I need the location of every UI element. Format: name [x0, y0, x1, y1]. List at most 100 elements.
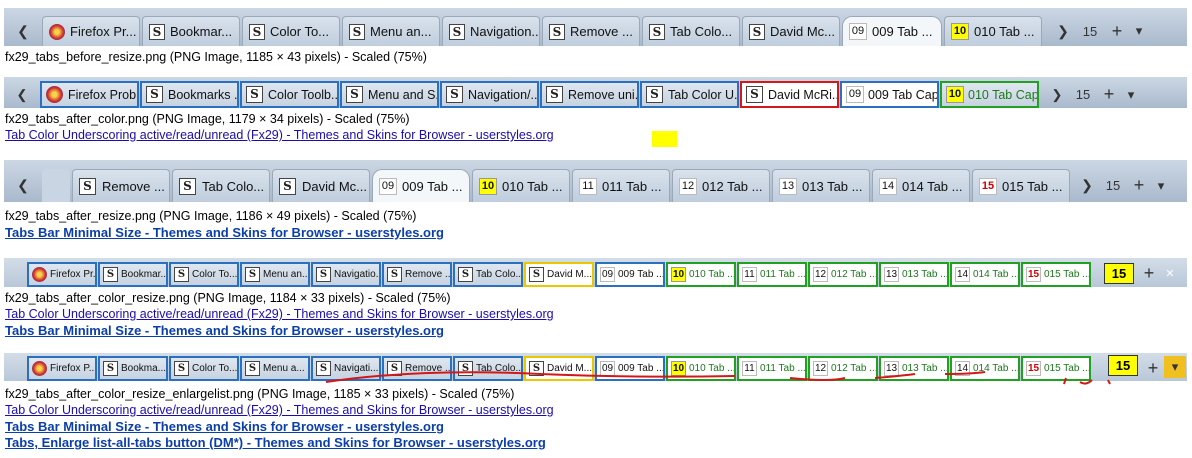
tab[interactable]: 13 013 Tab ...	[879, 356, 949, 381]
tab[interactable]: S Menu an...	[240, 262, 310, 287]
image-caption: fx29_tabs_after_color_resize.png (PNG Im…	[5, 291, 451, 305]
tab[interactable]: S David Mc...	[272, 169, 370, 202]
tab[interactable]: S Tab Colo...	[172, 169, 270, 202]
tab[interactable]: S Tab Color U...	[640, 81, 739, 108]
tab[interactable]: Firefox Pr...	[27, 262, 97, 287]
tab[interactable]: 15 015 Tab ...	[972, 169, 1070, 202]
tab[interactable]: S Color To...	[242, 16, 340, 46]
tab[interactable]: Firefox Prob...	[40, 81, 139, 108]
userstyle-link[interactable]: Tab Color Underscoring active/read/unrea…	[5, 128, 554, 142]
tab-number-badge: 13	[779, 177, 797, 195]
tab[interactable]: 10 010 Tab ...	[666, 356, 736, 381]
scroll-right-button[interactable]: ❯	[1076, 169, 1098, 202]
tab[interactable]: Firefox P...	[27, 356, 97, 381]
tab[interactable]: S David M...	[524, 356, 594, 381]
tab[interactable]: S Color Toolb...	[240, 81, 339, 108]
tab[interactable]: 14 014 Tab ...	[872, 169, 970, 202]
tab[interactable]: S Remove ...	[382, 356, 452, 381]
close-button[interactable]: ✕	[1160, 260, 1180, 287]
tab-label: Remove ...	[405, 269, 450, 280]
userstyles-s-icon: S	[245, 267, 260, 282]
list-all-tabs-button[interactable]: ▾	[1128, 16, 1150, 46]
tab[interactable]: S Bookmarks ...	[140, 81, 239, 108]
tab[interactable]: 10 010 Tab ...	[666, 262, 736, 287]
tab[interactable]: 12 012 Tab ...	[808, 262, 878, 287]
tab[interactable]: 10 010 Tab ...	[944, 16, 1042, 46]
new-tab-button[interactable]: +	[1128, 169, 1150, 202]
tab[interactable]: 09 009 Tab ...	[595, 356, 665, 381]
tab[interactable]: 12 012 Tab ...	[808, 356, 878, 381]
new-tab-button[interactable]: +	[1138, 260, 1160, 287]
tab[interactable]: S Color To...	[169, 262, 239, 287]
scroll-right-button[interactable]: ❯	[1046, 81, 1068, 108]
userstyles-s-icon: S	[346, 86, 363, 103]
userstyle-link[interactable]: Tabs, Enlarge list-all-tabs button (DM*)…	[5, 435, 546, 450]
scroll-right-button[interactable]: ❯	[1052, 16, 1074, 46]
userstyle-link[interactable]: Tabs Bar Minimal Size - Themes and Skins…	[5, 419, 444, 434]
tab[interactable]: S Color To...	[169, 356, 239, 381]
tab[interactable]: 15 015 Tab ...	[1021, 262, 1091, 287]
tab-count[interactable]: 15	[1068, 81, 1098, 108]
tab[interactable]: 14 014 Tab ...	[950, 356, 1020, 381]
tab[interactable]: 11 011 Tab ...	[737, 356, 807, 381]
tab[interactable]: S Tab Colo...	[642, 16, 740, 46]
userstyle-link[interactable]: Tabs Bar Minimal Size - Themes and Skins…	[5, 323, 444, 338]
tab[interactable]: S Bookma...	[98, 356, 168, 381]
tab[interactable]: S Navigation...	[442, 16, 540, 46]
tab-label: David McRi...	[768, 87, 837, 102]
tab[interactable]: SNavigatio...	[311, 262, 381, 287]
tab[interactable]: S David Mc...	[742, 16, 840, 46]
tab[interactable]: 14 014 Tab ...	[950, 262, 1020, 287]
tab[interactable]: Firefox Pr...	[42, 16, 140, 46]
tab[interactable]: S Menu a...	[240, 356, 310, 381]
userstyles-s-icon: S	[387, 361, 402, 376]
userstyles-s-icon: S	[103, 267, 118, 282]
tab[interactable]: 13 013 Tab ...	[879, 262, 949, 287]
tab[interactable]: S Menu an...	[342, 16, 440, 46]
tab[interactable]: 11 011 Tab ...	[737, 262, 807, 287]
list-all-tabs-button[interactable]: ▾	[1150, 169, 1172, 202]
tab[interactable]: 13 013 Tab ...	[772, 169, 870, 202]
new-tab-button[interactable]: +	[1098, 81, 1120, 108]
list-all-tabs-button[interactable]: ▾	[1120, 81, 1142, 108]
tab-count-badge[interactable]: 15	[1104, 263, 1134, 284]
userstyle-link[interactable]: Tabs Bar Minimal Size - Themes and Skins…	[5, 225, 444, 240]
scroll-left-button[interactable]: ❮	[4, 81, 40, 108]
tab-label: 015 Tab ...	[1044, 269, 1089, 280]
tab[interactable]: S Remove ...	[542, 16, 640, 46]
tab[interactable]: S Tab Colo...	[453, 356, 523, 381]
tab[interactable]: S Remove uni...	[540, 81, 639, 108]
tab[interactable]: 15 015 Tab ...	[1021, 356, 1091, 381]
tab-label: Tab Colo...	[670, 24, 733, 39]
tab[interactable]: S Remove ...	[382, 262, 452, 287]
tab[interactable]: 09 009 Tab ...	[842, 16, 942, 46]
tab[interactable]: 11 011 Tab ...	[572, 169, 670, 202]
tab[interactable]: 09 009 Tab Cap...	[840, 81, 939, 108]
tab[interactable]: 09 009 Tab ...	[595, 262, 665, 287]
tab[interactable]: S Bookmar...	[142, 16, 240, 46]
tab[interactable]: 09 009 Tab ...	[372, 169, 470, 202]
tab[interactable]: S Bookmar...	[98, 262, 168, 287]
new-tab-button[interactable]: +	[1142, 355, 1164, 381]
new-tab-button[interactable]: +	[1106, 16, 1128, 46]
tab[interactable]: S Navigation/...	[440, 81, 539, 108]
tab[interactable]: 10 010 Tab Cap...	[940, 81, 1039, 108]
tab-count[interactable]: 15	[1098, 169, 1128, 202]
tab[interactable]: S Tab Colo...	[453, 262, 523, 287]
tab-count-badge[interactable]: 15	[1108, 355, 1138, 376]
tab[interactable]: S Navigati...	[311, 356, 381, 381]
tab[interactable]: 12 012 Tab ...	[672, 169, 770, 202]
tab[interactable]: S Menu and S...	[340, 81, 439, 108]
userstyle-link[interactable]: Tab Color Underscoring active/read/unrea…	[5, 403, 554, 417]
tab[interactable]: S David McRi...	[740, 81, 839, 108]
tab-number-badge: 10	[946, 86, 964, 103]
tab[interactable]: S David M...	[524, 262, 594, 287]
userstyle-link[interactable]: Tab Color Underscoring active/read/unrea…	[5, 307, 554, 321]
scroll-left-button[interactable]: ❮	[4, 169, 42, 202]
scroll-left-button[interactable]: ❮	[4, 16, 42, 46]
list-all-tabs-button[interactable]: ▾	[1164, 356, 1186, 378]
tab-count[interactable]: 15	[1074, 16, 1106, 46]
partial-tab[interactable]	[42, 169, 70, 202]
tab[interactable]: 10 010 Tab ...	[472, 169, 570, 202]
tab[interactable]: S Remove ...	[72, 169, 170, 202]
